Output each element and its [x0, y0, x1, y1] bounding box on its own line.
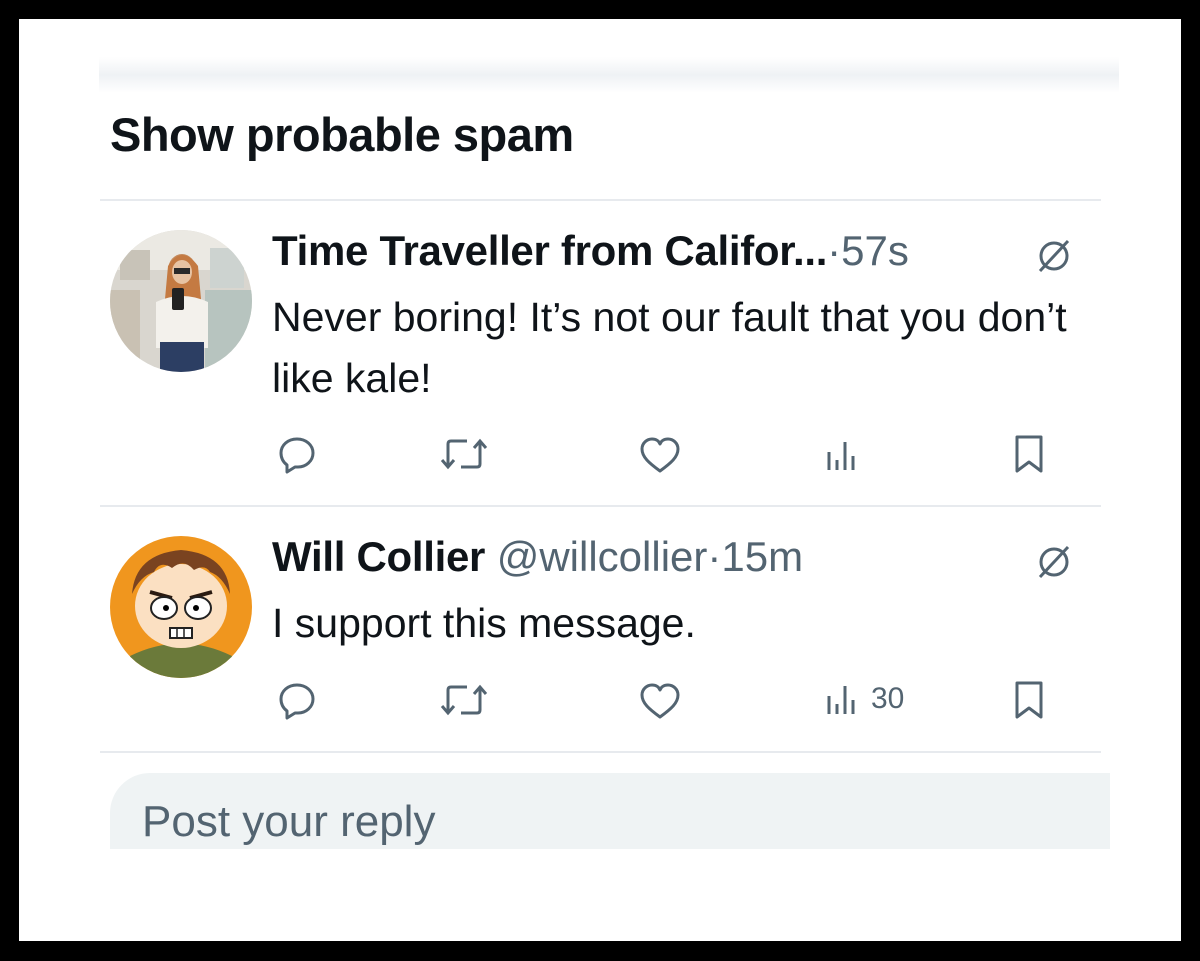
- views-button[interactable]: [825, 438, 871, 472]
- bookmark-icon: [1015, 435, 1043, 473]
- cut-off-content: [99, 57, 1119, 93]
- repost-icon: [440, 684, 488, 716]
- like-icon: [640, 683, 680, 719]
- separator: ·: [827, 227, 842, 274]
- spam-indicator-icon[interactable]: [1034, 235, 1074, 275]
- like-icon: [640, 437, 680, 473]
- post-text: I support this message.: [272, 600, 696, 646]
- spam-indicator-icon[interactable]: [1034, 541, 1074, 581]
- views-button[interactable]: 30: [825, 682, 904, 716]
- like-button[interactable]: [639, 682, 681, 720]
- like-button[interactable]: [639, 436, 681, 474]
- post-text: Never boring! It’s not our fault that yo…: [272, 294, 1067, 401]
- display-name[interactable]: Will Collier: [272, 533, 485, 580]
- avatar[interactable]: [110, 230, 252, 372]
- section-title[interactable]: Show probable spam: [110, 107, 574, 162]
- separator: ·: [707, 533, 722, 580]
- timestamp[interactable]: 57s: [841, 227, 909, 274]
- divider: [100, 505, 1101, 507]
- display-name[interactable]: Time Traveller from Califor...: [272, 227, 827, 274]
- reply-button[interactable]: [277, 434, 317, 474]
- handle[interactable]: @willcollier: [497, 533, 708, 580]
- spam-replies-panel: Show probable spam Time Traveller from C…: [19, 19, 1181, 941]
- reply-input-placeholder[interactable]: Post your reply: [142, 797, 435, 847]
- reply-button[interactable]: [277, 680, 317, 720]
- divider: [100, 199, 1101, 201]
- bookmark-icon: [1015, 681, 1043, 719]
- avatar[interactable]: [110, 536, 252, 678]
- repost-icon: [440, 438, 488, 470]
- post-header: Will Collier @willcollier·15m: [272, 533, 803, 581]
- bookmark-button[interactable]: [1013, 434, 1045, 474]
- views-count: 30: [871, 682, 905, 715]
- reply-icon: [279, 437, 315, 474]
- views-icon: [827, 686, 855, 714]
- timestamp[interactable]: 15m: [721, 533, 803, 580]
- post-header: Time Traveller from Califor...·57s: [272, 227, 909, 275]
- repost-button[interactable]: [439, 436, 489, 472]
- repost-button[interactable]: [439, 682, 489, 718]
- divider: [100, 751, 1101, 753]
- reply-composer[interactable]: Post your reply: [110, 773, 1110, 849]
- bookmark-button[interactable]: [1013, 680, 1045, 720]
- reply-icon: [279, 683, 315, 720]
- views-icon: [827, 442, 855, 470]
